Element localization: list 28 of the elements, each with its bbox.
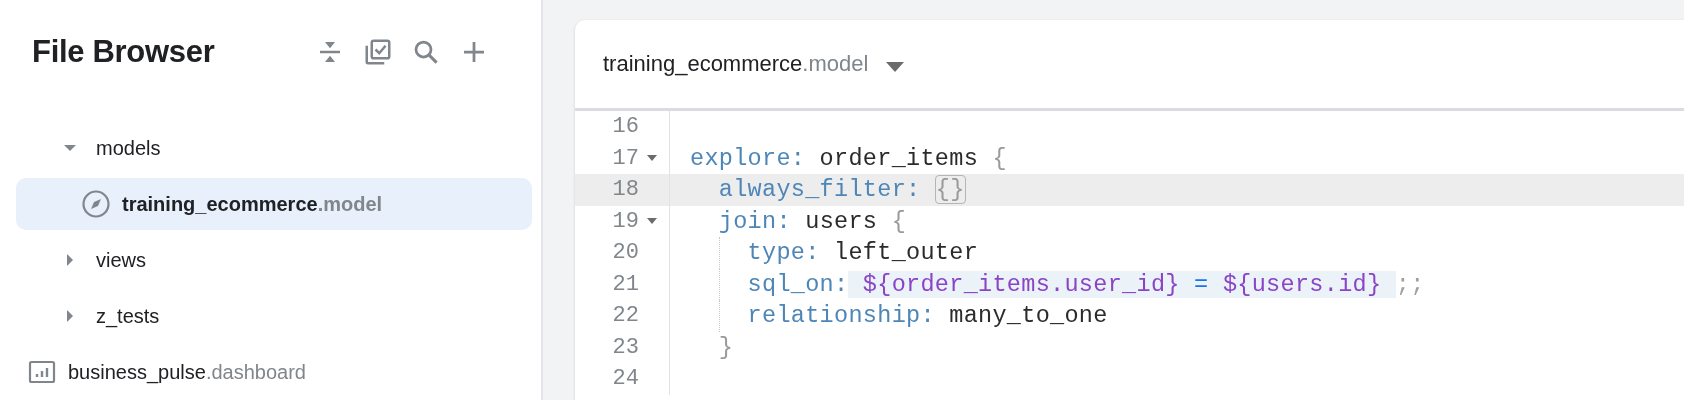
- line-number: 19: [612, 207, 639, 236]
- code-line: }: [717, 333, 734, 361]
- line-number: 22: [612, 302, 639, 330]
- code-line: explore: order_items {: [690, 144, 1007, 172]
- highlighted-code: ${order_items.user_id} = ${users.id}: [848, 270, 1396, 298]
- line-number: 18: [612, 176, 639, 204]
- tree-item[interactable]: business_pulse.dashboard: [16, 346, 532, 398]
- tree-item[interactable]: views: [16, 234, 532, 286]
- line-number: 24: [612, 365, 639, 393]
- code-line: type: left_outer: [746, 239, 979, 266]
- line-number: 23: [612, 333, 639, 362]
- code-line: join: users {: [717, 207, 907, 235]
- tree-item[interactable]: models: [16, 122, 532, 174]
- code-text: ;;: [1395, 270, 1425, 298]
- line-number: 17: [612, 144, 639, 173]
- line-number: 21: [612, 270, 639, 299]
- code-line: relationship: many_to_one: [746, 302, 1108, 329]
- compass-icon: [81, 189, 111, 219]
- tree-item[interactable]: z_tests: [16, 290, 532, 342]
- tree-item[interactable]: training_ecommerce.model: [16, 178, 532, 230]
- line-number: 20: [612, 239, 639, 267]
- validate-icon[interactable]: [363, 37, 393, 67]
- panel-title: File Browser: [32, 34, 216, 70]
- file-tab-title[interactable]: training_ecommerce.model: [603, 51, 869, 77]
- dropdown-caret-icon[interactable]: [886, 62, 905, 72]
- code-line: always_filter: {}: [717, 175, 966, 204]
- line-number: 16: [612, 113, 639, 141]
- code-text: sql_on:: [746, 270, 849, 298]
